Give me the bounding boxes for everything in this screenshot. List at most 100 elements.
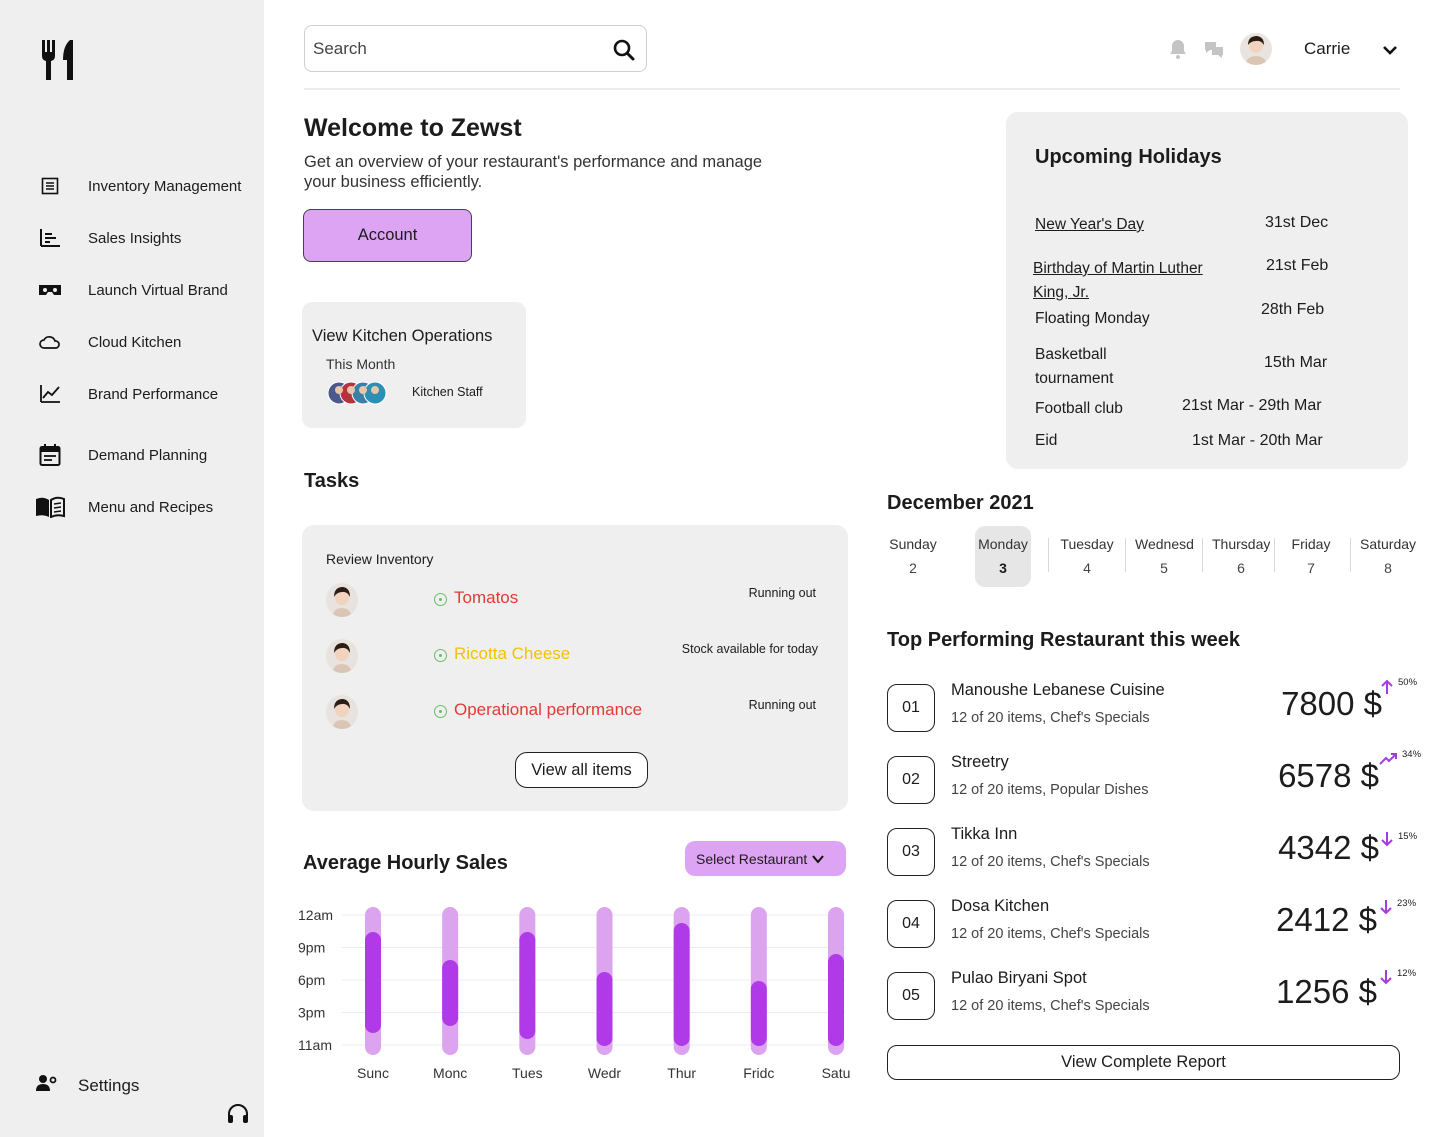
arrow-down-icon (1380, 970, 1392, 985)
task-name: Operational performance (454, 700, 643, 719)
settings-link[interactable]: Settings (36, 1074, 139, 1097)
account-button[interactable]: Account (303, 209, 472, 262)
trending-up-icon (1379, 753, 1397, 765)
avatar (326, 639, 358, 673)
restaurant-amount: 6578 $ (1278, 757, 1379, 794)
hourly-sales-chart: 12am 9pm 6pm 3pm 11am Sunc Monc Tues Wedr Thur Fri… (298, 907, 850, 1081)
restaurant-row[interactable]: 02 Streetry 12 of 20 items, Popular Dish… (887, 749, 1427, 813)
headset-icon[interactable] (226, 1102, 250, 1126)
x-tick-label: Fridc (743, 1065, 774, 1081)
sidebar-item-demand-planning[interactable]: Demand Planning (34, 440, 207, 470)
day-number: 5 (1160, 560, 1168, 576)
day-divider (1202, 538, 1203, 572)
kitchen-operations-title: View Kitchen Operations (312, 327, 493, 345)
task-row[interactable]: Ricotta Cheese Stock available for today (326, 639, 826, 675)
day-number: 2 (909, 560, 917, 576)
view-all-items-button[interactable]: View all items (515, 752, 648, 788)
sidebar-item-label: Brand Performance (88, 385, 219, 403)
restaurant-row[interactable]: 05 Pulao Biryani Spot 12 of 20 items, Ch… (887, 968, 1427, 1029)
sidebar-item-launch-virtual-brand[interactable]: Launch Virtual Brand (34, 275, 228, 305)
sidebar-item-brand-performance[interactable]: Brand Performance (34, 379, 218, 409)
bar-tues (519, 932, 536, 1039)
calendar-day-sunday[interactable]: Sunday 2 (884, 526, 942, 587)
rank-badge: 05 (887, 972, 935, 1020)
avatar[interactable] (1240, 33, 1272, 65)
select-restaurant-dropdown[interactable]: Select Restaurant (685, 841, 846, 876)
calendar-icon (34, 441, 66, 469)
sidebar: Inventory Management Sales Insights Laun… (0, 0, 264, 1137)
chat-icon[interactable] (1203, 38, 1225, 60)
bar-sunc (365, 932, 381, 1033)
fork-knife-icon[interactable] (40, 38, 80, 82)
calendar-day-saturday[interactable]: Saturday 8 (1360, 526, 1416, 587)
calendar-day-monday[interactable]: Monday 3 (975, 526, 1031, 587)
day-number: 7 (1307, 560, 1315, 576)
bar-chart-icon (34, 224, 66, 252)
task-row[interactable]: Operational performance Running out (326, 695, 826, 731)
check-circle-icon[interactable] (434, 649, 447, 662)
x-tick-label: Satu (822, 1065, 850, 1081)
day-divider (1125, 538, 1126, 572)
cloud-icon (34, 328, 66, 356)
view-complete-report-button[interactable]: View Complete Report (887, 1045, 1400, 1080)
x-tick-label: Tues (512, 1065, 543, 1081)
avatar (326, 695, 358, 729)
calendar-day-tuesday[interactable]: Tuesday 4 (1058, 526, 1116, 587)
calendar-day-wednesday[interactable]: Wednesday 5 (1135, 526, 1193, 587)
restaurant-amount: 2412 $ (1276, 901, 1377, 938)
y-tick-label: 11am (298, 1037, 332, 1053)
x-tick-label: Monc (433, 1065, 467, 1081)
trend-percent: 50% (1398, 677, 1418, 688)
upcoming-holidays-card: Upcoming Holidays New Year's Day 31st De… (1006, 112, 1408, 469)
bar-monc (442, 960, 459, 1026)
search-input[interactable] (313, 36, 603, 62)
day-divider (1048, 538, 1049, 572)
holiday-date: 15th Mar (1264, 354, 1328, 371)
trend-percent: 15% (1398, 831, 1418, 842)
hourly-sales-title: Average Hourly Sales (303, 852, 508, 874)
calendar-day-friday[interactable]: Friday 7 (1282, 526, 1340, 587)
holiday-name[interactable]: Birthday of Martin Luther King, Jr. (1033, 257, 1233, 305)
task-name: Ricotta Cheese (454, 644, 571, 663)
check-circle-icon[interactable] (434, 705, 447, 718)
rank-badge: 03 (887, 828, 935, 876)
day-name: Sunday (889, 536, 937, 552)
bar-fridc (750, 981, 767, 1046)
line-chart-icon (34, 380, 66, 408)
restaurant-amount: 1256 $ (1276, 973, 1377, 1010)
restaurant-name: Tikka Inn (951, 825, 1018, 843)
chevron-down-icon[interactable] (1380, 40, 1400, 60)
y-tick-label: 12am (298, 907, 333, 923)
search-icon[interactable] (612, 38, 636, 62)
trend-percent: 34% (1402, 749, 1422, 760)
sidebar-item-menu-and-recipes[interactable]: Menu and Recipes (34, 492, 213, 522)
holiday-name[interactable]: New Year's Day (1035, 213, 1144, 237)
sidebar-item-inventory-management[interactable]: Inventory Management (34, 171, 241, 201)
trend-percent: 12% (1397, 968, 1417, 979)
restaurant-summary: 12 of 20 items, Chef's Specials (951, 710, 1150, 726)
task-row[interactable]: Tomatos Running out (326, 583, 826, 619)
restaurant-name: Dosa Kitchen (951, 897, 1050, 915)
tasks-title: Tasks (304, 470, 360, 492)
sidebar-item-label: Sales Insights (88, 229, 182, 247)
sidebar-item-sales-insights[interactable]: Sales Insights (34, 223, 181, 253)
holiday-date: 21st Feb (1266, 257, 1329, 274)
chevron-down-icon (812, 854, 825, 864)
tasks-card: Review Inventory Tomatos Running out Ric… (302, 525, 848, 811)
check-circle-icon[interactable] (434, 593, 447, 606)
trend-percent: 23% (1397, 898, 1417, 909)
kitchen-operations-card[interactable]: View Kitchen Operations This Month Kitch… (302, 302, 526, 428)
select-restaurant-label: Select Restaurant (696, 850, 808, 867)
calendar-day-thursday[interactable]: Thursday 6 (1212, 526, 1270, 587)
day-name: Monday (978, 536, 1028, 552)
restaurant-row[interactable]: 03 Tikka Inn 12 of 20 items, Chef's Spec… (887, 825, 1427, 885)
restaurant-row[interactable]: 04 Dosa Kitchen 12 of 20 items, Chef's S… (887, 897, 1427, 957)
bell-icon[interactable] (1167, 38, 1189, 60)
book-icon (34, 493, 66, 521)
kitchen-staff-label: Kitchen Staff (412, 385, 483, 399)
user-name[interactable]: Carrie (1304, 39, 1350, 59)
day-name: Friday (1291, 536, 1331, 552)
x-tick-label: Wedr (588, 1065, 622, 1081)
restaurant-row[interactable]: 01 Manoushe Lebanese Cuisine 12 of 20 it… (887, 677, 1427, 741)
sidebar-item-cloud-kitchen[interactable]: Cloud Kitchen (34, 327, 181, 357)
